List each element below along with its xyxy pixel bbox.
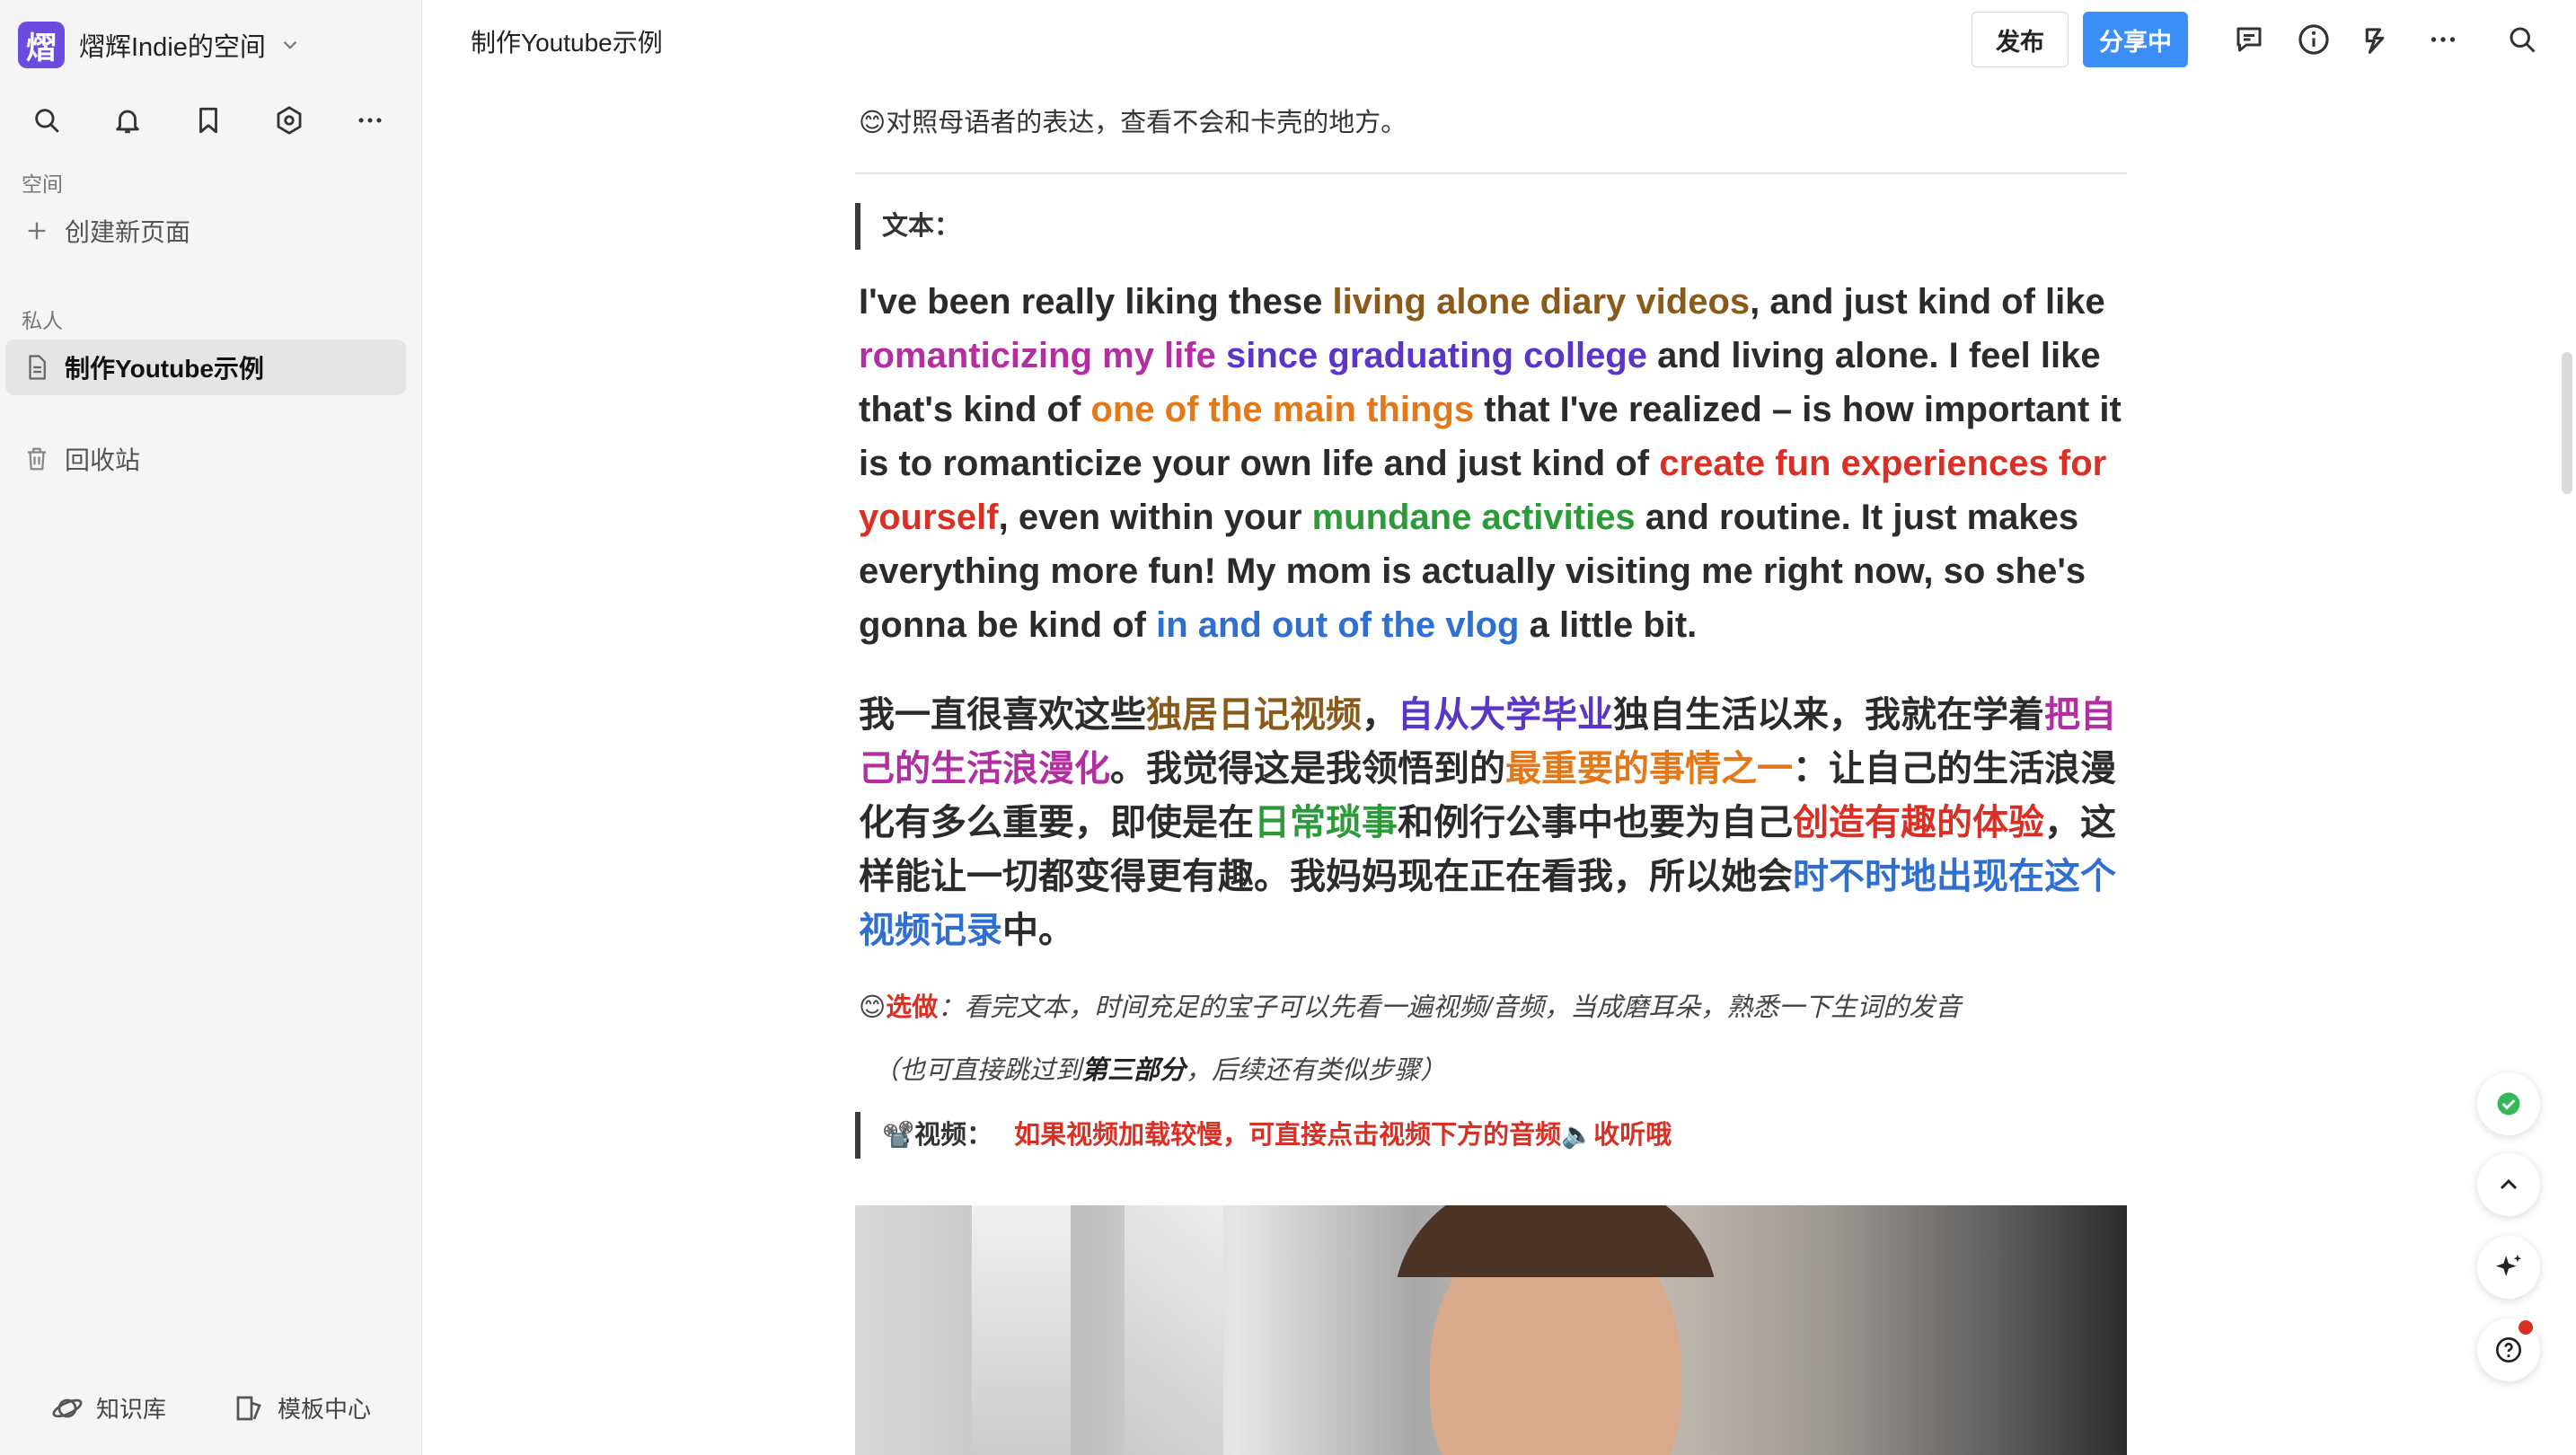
highlighted-phrase: living alone diary videos: [1332, 282, 1751, 322]
highlighted-phrase: 创造有趣的体验: [1793, 803, 2044, 842]
workspace-switcher[interactable]: 熠 熠辉Indie的空间: [18, 22, 302, 68]
document-title: 制作Youtube示例: [471, 29, 663, 57]
more-options-icon[interactable]: [2422, 18, 2465, 61]
highlighted-phrase: one of the main things: [1090, 390, 1475, 429]
subnote-pre: （也可直接跳过到: [873, 1056, 1082, 1085]
text-segment: I've been really liking these: [859, 282, 1333, 322]
intro-note: 😊对照母语者的表达，查看不会和卡壳的地方。: [859, 109, 1407, 137]
document-icon: [22, 352, 52, 383]
knowledge-base-button[interactable]: 知识库: [51, 1391, 166, 1424]
highlighted-phrase: 独居日记视频: [1146, 695, 1362, 735]
chinese-paragraph: 我一直很喜欢这些独居日记视频，自从大学毕业独自生活以来，我就在学着把自己的生活浪…: [855, 688, 2127, 957]
notification-dot: [2519, 1320, 2533, 1335]
publish-button[interactable]: 发布: [1972, 12, 2069, 67]
trash-icon: [22, 444, 52, 474]
highlighted-phrase: mundane activities: [1311, 498, 1636, 537]
video-bg-panel: [1125, 1205, 1223, 1455]
text-segment: , and just kind of like: [1750, 282, 2105, 322]
video-heading-label: 📽️视频：: [882, 1121, 993, 1150]
template-icon: [236, 1396, 261, 1420]
sidebar: 熠 熠辉Indie的空间 空间 创建新页面 私人 制作Youtube示例 回收站: [0, 0, 422, 1455]
bell-icon[interactable]: [106, 99, 149, 142]
english-paragraph: I've been really liking these living alo…: [855, 275, 2127, 652]
text-segment: 和例行公事中也要为自己: [1398, 803, 1793, 842]
more-icon[interactable]: [348, 99, 392, 142]
search-icon[interactable]: [2501, 18, 2544, 61]
optional-tag: 选做: [886, 993, 939, 1022]
planet-icon: [52, 1398, 83, 1417]
text-segment: , even within your: [998, 498, 1312, 537]
header-toolbar: 发布 分享中: [1972, 11, 2544, 68]
highlighted-phrase: 自从大学毕业: [1398, 695, 1613, 735]
template-center-button[interactable]: 模板中心: [233, 1391, 371, 1424]
scrollbar-thumb[interactable]: [2562, 352, 2572, 494]
document-body[interactable]: 😊对照母语者的表达，查看不会和卡壳的地方。 文本： I've been real…: [855, 93, 2127, 1455]
video-player[interactable]: [855, 1205, 2127, 1455]
chevron-down-icon: [283, 40, 297, 49]
video-warning: 如果视频加载较慢，可直接点击视频下方的音频🔈收听哦: [1014, 1121, 1672, 1150]
section-private-label: 私人: [22, 309, 63, 332]
info-icon[interactable]: [2292, 18, 2335, 61]
text-segment: 我一直很喜欢这些: [859, 695, 1146, 735]
settings-icon[interactable]: [268, 99, 311, 142]
optional-note: 😊选做：看完文本，时间充足的宝子可以先看一遍视频/音频，当成磨耳朵，熟悉一下生词…: [855, 988, 2127, 1027]
workspace-logo: 熠: [18, 22, 65, 68]
optional-text: ：看完文本，时间充足的宝子可以先看一遍视频/音频，当成磨耳朵，熟悉一下生词的发音: [938, 993, 1962, 1022]
sidebar-item-label: 制作Youtube示例: [65, 355, 264, 383]
comment-icon[interactable]: [2228, 18, 2271, 61]
sidebar-footer: 知识库 模板中心: [0, 1391, 422, 1424]
help-icon[interactable]: [2477, 1318, 2540, 1381]
knowledge-base-label: 知识库: [95, 1396, 166, 1423]
create-page-button[interactable]: 创建新页面: [5, 203, 406, 259]
search-icon[interactable]: [25, 99, 68, 142]
highlighted-phrase: 日常琐事: [1254, 803, 1398, 842]
sidebar-item-page[interactable]: 制作Youtube示例: [5, 340, 406, 395]
sparkle-icon[interactable]: [2477, 1236, 2540, 1299]
text-segment: 中。: [1002, 911, 1074, 950]
text-segment: 。我觉得这是我领悟到的: [1110, 749, 1505, 789]
text-heading: 文本：: [855, 203, 2127, 250]
subnote-bold: 第三部分: [1081, 1056, 1187, 1085]
text-segment: 独自生活以来，我就在学着: [1613, 695, 2044, 735]
workspace-name: 熠辉Indie的空间: [79, 33, 266, 62]
template-center-label: 模板中心: [277, 1396, 371, 1423]
text-segment: a little bit.: [1519, 605, 1698, 645]
plus-icon: [22, 216, 52, 246]
share-button[interactable]: 分享中: [2083, 12, 2188, 67]
check-icon[interactable]: [2477, 1072, 2540, 1135]
text-segment: [1216, 336, 1226, 375]
trash-label: 回收站: [65, 446, 141, 474]
chevron-up-icon[interactable]: [2477, 1153, 2540, 1216]
divider: [855, 172, 2127, 174]
section-space-label: 空间: [22, 172, 63, 196]
create-page-label: 创建新页面: [65, 218, 191, 246]
text-segment: ，: [1362, 695, 1398, 735]
highlighted-phrase: since graduating college: [1225, 336, 1647, 375]
smile-emoji: 😊: [859, 993, 887, 1022]
highlighted-phrase: romanticizing my life: [859, 336, 1216, 375]
sidebar-toolbar: [25, 99, 392, 142]
video-bg-panel: [972, 1205, 1071, 1455]
sidebar-item-trash[interactable]: 回收站: [5, 431, 406, 487]
optional-subnote: （也可直接跳过到第三部分，后续还有类似步骤）: [855, 1051, 2127, 1090]
highlighted-phrase: 最重要的事情之一: [1505, 749, 1793, 789]
highlighted-phrase: in and out of the vlog: [1156, 605, 1520, 645]
flash-icon[interactable]: [2357, 18, 2400, 61]
subnote-post: ，后续还有类似步骤）: [1186, 1056, 1447, 1085]
video-heading: 📽️视频： 如果视频加载较慢，可直接点击视频下方的音频🔈收听哦: [855, 1112, 2127, 1159]
bookmark-icon[interactable]: [187, 99, 230, 142]
